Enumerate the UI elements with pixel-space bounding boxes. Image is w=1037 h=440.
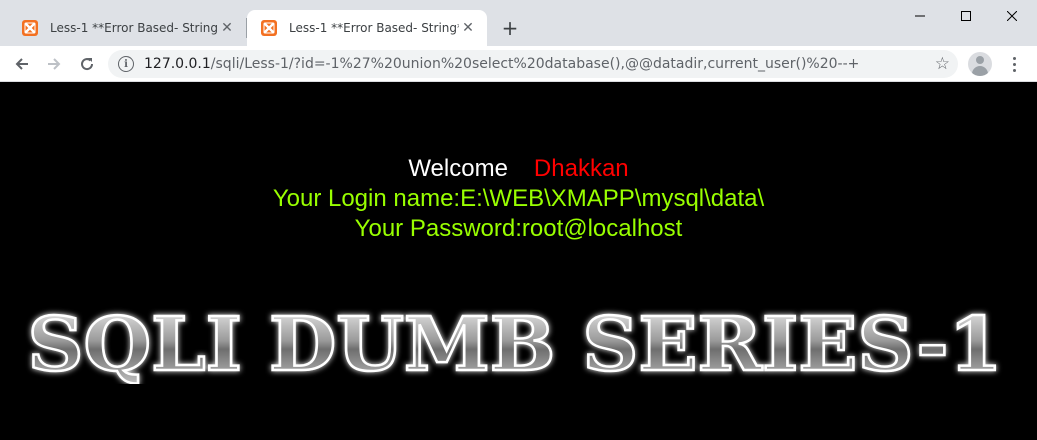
tab-2-title: Less-1 **Error Based- String** — [289, 21, 459, 35]
url-host: 127.0.0.1 — [144, 56, 211, 72]
maximize-icon — [961, 11, 971, 21]
arrow-right-icon — [48, 58, 61, 70]
star-icon[interactable]: ☆ — [935, 54, 950, 74]
banner-logo: SQLI DUMB SERIES-1 — [26, 304, 1004, 384]
plus-icon: + — [501, 16, 519, 40]
user-name: Dhakkan — [533, 155, 629, 182]
page-content: Welcome Dhakkan Your Login name:E:\WEB\XM… — [0, 82, 1037, 440]
close-icon[interactable]: ✕ — [459, 19, 477, 37]
tab-2[interactable]: Less-1 **Error Based- String** ✕ — [247, 10, 487, 46]
xampp-icon — [261, 20, 277, 36]
kebab-menu-icon[interactable] — [1002, 52, 1026, 76]
back-button[interactable] — [10, 52, 34, 76]
reload-icon — [81, 58, 94, 71]
welcome-line: Welcome Dhakkan — [0, 154, 1037, 184]
minimize-icon — [915, 15, 925, 17]
banner-title: SQLI DUMB SERIES-1 — [28, 304, 1003, 384]
url-text[interactable]: 127.0.0.1/sqli/Less-1/?id=-1%27%20union%… — [144, 56, 859, 72]
info-icon[interactable]: i — [118, 56, 134, 72]
new-tab-button[interactable]: + — [498, 16, 522, 40]
minimize-button[interactable] — [897, 0, 943, 32]
tab-1-title: Less-1 **Error Based- String** — [50, 21, 218, 35]
close-icon — [1007, 11, 1017, 21]
tab-1[interactable]: Less-1 **Error Based- String** ✕ — [8, 10, 246, 46]
tab-strip: Less-1 **Error Based- String** ✕ Less-1 … — [0, 0, 1037, 46]
arrow-left-icon — [15, 58, 28, 70]
forward-button[interactable] — [42, 52, 66, 76]
login-name-line: Your Login name:E:\WEB\XMAPP\mysql\data\ — [272, 185, 765, 212]
xampp-icon — [22, 20, 38, 36]
password-line: Your Password:root@localhost — [354, 215, 683, 242]
close-icon[interactable]: ✕ — [218, 19, 236, 37]
welcome-text: Welcome — [408, 155, 508, 182]
avatar-icon[interactable] — [968, 52, 992, 76]
reload-button[interactable] — [75, 52, 99, 76]
url-path: /sqli/Less-1/?id=-1%27%20union%20select%… — [210, 56, 860, 72]
browser-toolbar: i 127.0.0.1/sqli/Less-1/?id=-1%27%20unio… — [0, 46, 1037, 82]
window-close-button[interactable] — [989, 0, 1035, 32]
maximize-button[interactable] — [943, 0, 989, 32]
address-bar[interactable]: i 127.0.0.1/sqli/Less-1/?id=-1%27%20unio… — [108, 50, 958, 78]
